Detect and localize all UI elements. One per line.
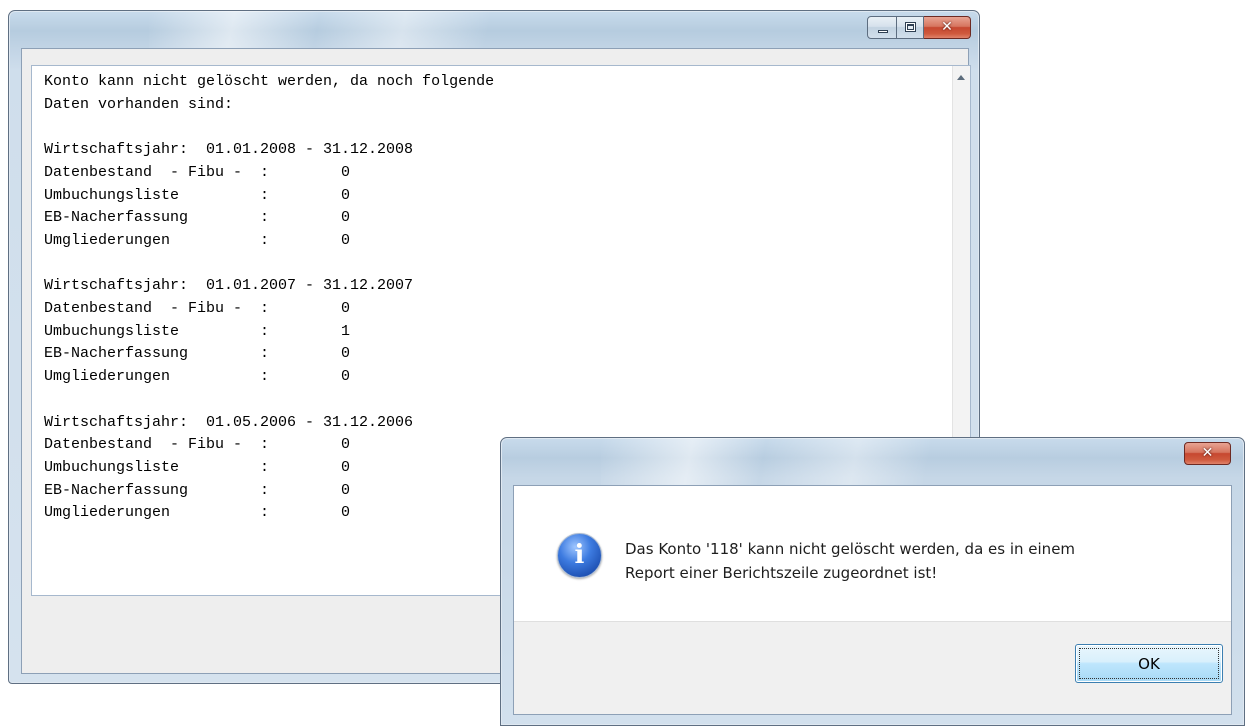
close-button[interactable]: ✕: [924, 16, 971, 39]
dialog-button-bar: OK: [514, 621, 1231, 714]
dialog-message-line-1: Das Konto '118' kann nicht gelöscht werd…: [625, 540, 1076, 558]
info-icon: i: [557, 533, 602, 578]
report-line: Datenbestand - Fibu - : 0: [44, 163, 351, 181]
maximize-icon: [905, 22, 916, 32]
report-line: EB-Nacherfassung : 0: [44, 345, 351, 363]
info-icon-glyph: i: [574, 540, 585, 570]
ok-button[interactable]: OK: [1075, 644, 1223, 683]
report-line: Umbuchungsliste : 0: [44, 458, 351, 476]
dialog-message-line-2: Report einer Berichtszeile zugeordnet is…: [625, 564, 938, 582]
scroll-up-arrow-icon[interactable]: [957, 75, 965, 80]
report-line: Wirtschaftsjahr: 01.01.2008 - 31.12.2008: [44, 141, 414, 159]
report-line: Datenbestand - Fibu - : 0: [44, 436, 351, 454]
minimize-icon: [878, 30, 888, 33]
dialog-title-bar[interactable]: [601, 438, 961, 486]
report-line: Konto kann nicht gelöscht werden, da noc…: [44, 73, 495, 90]
dialog-caption-buttons: ✕: [1184, 442, 1231, 465]
report-line: Umgliederungen : 0: [44, 368, 351, 386]
close-icon: ✕: [1201, 445, 1214, 461]
report-line: Umgliederungen : 0: [44, 231, 351, 249]
close-icon: ✕: [941, 19, 953, 35]
report-line: Wirtschaftsjahr: 01.01.2007 - 31.12.2007: [44, 277, 414, 295]
report-line: Wirtschaftsjahr: 01.05.2006 - 31.12.2006: [44, 413, 414, 431]
report-line: Umbuchungsliste : 1: [44, 322, 351, 340]
caption-buttons: ✕: [867, 16, 971, 39]
report-line: EB-Nacherfassung : 0: [44, 209, 351, 227]
ok-button-label: OK: [1138, 654, 1160, 673]
report-line: EB-Nacherfassung : 0: [44, 481, 351, 499]
report-line: Daten vorhanden sind:: [44, 95, 234, 113]
dialog-client-area: i Das Konto '118' kann nicht gelöscht we…: [513, 485, 1232, 715]
maximize-button[interactable]: [897, 16, 924, 39]
minimize-button[interactable]: [867, 16, 897, 39]
report-line: Datenbestand - Fibu - : 0: [44, 300, 351, 318]
dialog-message: Das Konto '118' kann nicht gelöscht werd…: [625, 537, 1205, 585]
report-line: Umgliederungen : 0: [44, 504, 351, 522]
report-line: Umbuchungsliste : 0: [44, 186, 351, 204]
message-dialog: ✕ i Das Konto '118' kann nicht gelöscht …: [500, 437, 1245, 726]
dialog-close-button[interactable]: ✕: [1184, 442, 1231, 465]
